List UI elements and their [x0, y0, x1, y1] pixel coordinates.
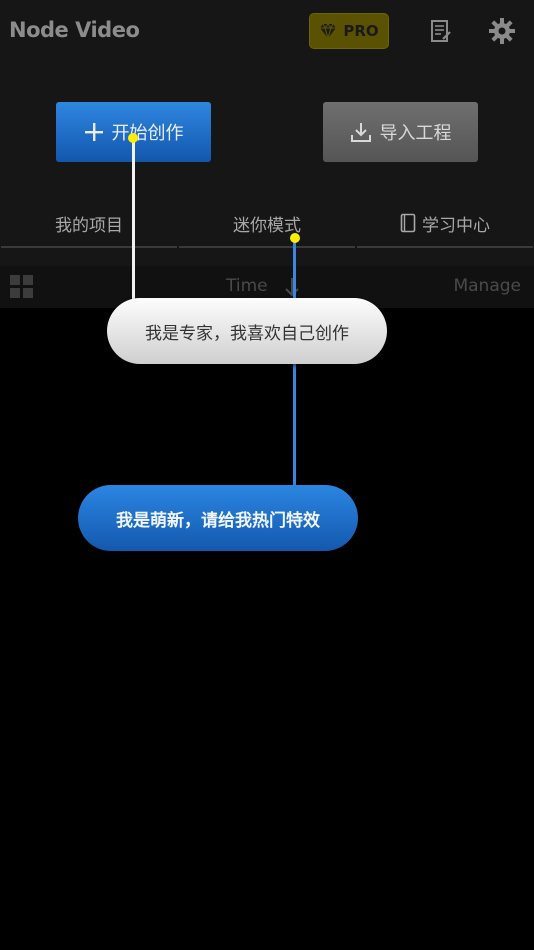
import-project-label: 导入工程	[379, 123, 452, 144]
gear-icon[interactable]	[489, 18, 515, 44]
tab-label: 迷你模式	[233, 215, 301, 236]
tab-label: 学习中心	[422, 215, 490, 236]
diamond-icon	[320, 23, 337, 39]
tab-my-projects[interactable]: 我的项目	[1, 200, 177, 248]
download-icon	[350, 123, 371, 142]
highlight-dot-create	[128, 133, 138, 143]
newbie-option-button[interactable]: 我是萌新，请给我热门特效	[78, 485, 358, 551]
tab-learning-center[interactable]: 学习中心	[357, 200, 533, 248]
arrow-down-icon[interactable]	[283, 276, 301, 298]
expert-option-label: 我是专家，我喜欢自己创作	[145, 323, 349, 344]
tab-label: 我的项目	[55, 215, 123, 236]
tab-mini-mode[interactable]: 迷你模式	[179, 200, 355, 248]
sort-time-label[interactable]: Time	[226, 276, 268, 296]
document-edit-icon[interactable]	[430, 19, 452, 43]
manage-button[interactable]: Manage	[453, 276, 521, 296]
import-project-button[interactable]: 导入工程	[323, 102, 478, 162]
app-header: Node Video PRO	[0, 0, 534, 62]
pro-label: PRO	[343, 22, 379, 40]
plus-icon	[84, 123, 103, 141]
pro-button[interactable]: PRO	[309, 13, 389, 49]
highlight-dot-mini-mode	[290, 233, 300, 243]
expert-option-button[interactable]: 我是专家，我喜欢自己创作	[107, 298, 387, 364]
start-create-label: 开始创作	[111, 123, 184, 144]
tab-bar: 我的项目 迷你模式 学习中心	[0, 200, 534, 250]
newbie-option-label: 我是萌新，请给我热门特效	[116, 510, 320, 531]
app-title: Node Video	[9, 18, 140, 42]
grid-view-icon[interactable]	[10, 275, 34, 299]
connector-line-expert	[132, 138, 135, 303]
book-icon	[400, 213, 416, 233]
